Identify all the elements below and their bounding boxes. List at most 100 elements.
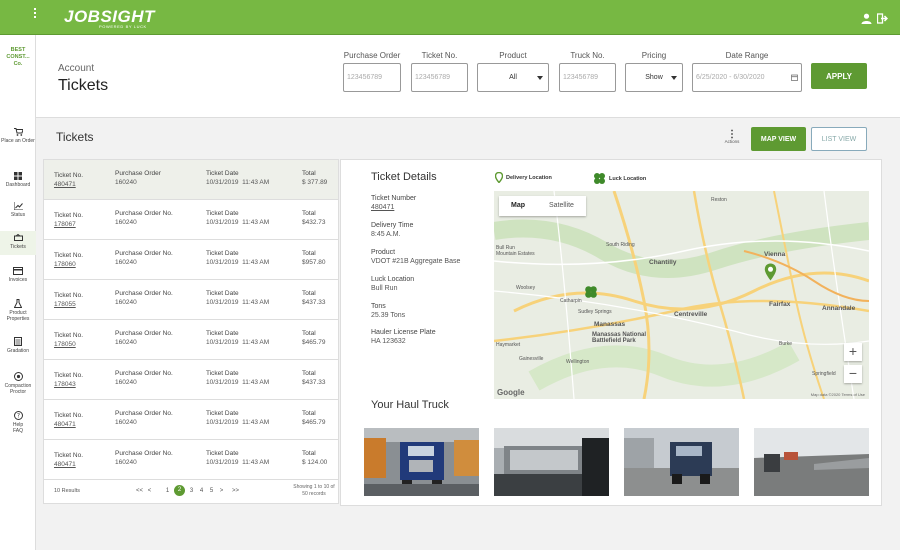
po-header: Purchase Order No. [115, 370, 173, 377]
kebab-icon: ⋮ [727, 129, 737, 140]
table-row[interactable]: Ticket No. 480471 Purchase Order 160240 Ti… [44, 160, 338, 200]
zoom-out-button[interactable]: − [844, 365, 862, 383]
apply-button[interactable]: APPLY [811, 63, 867, 89]
page-3[interactable]: 3 [188, 488, 195, 494]
ticket-no-link[interactable]: 480471 [54, 180, 83, 189]
flask-icon [14, 299, 22, 308]
purchase-order-input[interactable]: 123456789 [343, 63, 401, 92]
truck-no-label: Truck No. [570, 51, 605, 60]
ticket-no-link[interactable]: 178060 [54, 260, 83, 269]
page-next[interactable]: > [218, 488, 225, 494]
table-row[interactable]: Ticket No. 480471 Purchase Order No. 16024… [44, 440, 338, 480]
date-text: 10/31/2019 [206, 219, 239, 226]
ticket-no-link[interactable]: 178043 [54, 380, 83, 389]
ticket-no-link[interactable]: 178067 [54, 220, 83, 229]
sidebar-item-help-faq[interactable]: ? Help FAQ [0, 411, 36, 434]
luck-location-marker[interactable] [584, 285, 598, 299]
sidebar-item-gradation[interactable]: Gradation [0, 337, 36, 354]
ticket-number-link[interactable]: 480471 [371, 203, 416, 212]
ticket-detail-panel: Ticket Details Delivery Location Luck Lo… [340, 159, 882, 506]
pricing-select[interactable]: Show [625, 63, 683, 92]
map-label: Manassas National Battlefield Park [592, 332, 647, 344]
pricing-select-value: Show [645, 74, 663, 81]
ticket-no-header: Ticket No. [54, 252, 84, 259]
user-icon[interactable] [861, 11, 872, 24]
sidebar-item-status[interactable]: Status [0, 202, 36, 218]
tab-satellite[interactable]: Satellite [537, 196, 586, 216]
table-row[interactable]: Ticket No. 178060 Purchase Order No. 16024… [44, 240, 338, 280]
ticket-no-link[interactable]: 480471 [54, 420, 83, 429]
list-view-button[interactable]: LIST VIEW [811, 127, 867, 151]
page-2[interactable]: 2 [174, 485, 186, 496]
time-text: 11:43 AM [242, 179, 270, 186]
map-label: Sudley Springs [578, 309, 612, 315]
truck-photo-4[interactable] [754, 428, 869, 496]
sidebar-item-dashboard[interactable]: Dashboard [0, 172, 36, 188]
page-5[interactable]: 5 [208, 488, 215, 494]
sidebar-item-label: Invoices [8, 277, 28, 283]
po-cell: Purchase Order No. 160240 [115, 249, 173, 267]
detail-tons: Tons 25.39 Tons [371, 302, 405, 320]
date-range-label: Date Range [725, 51, 769, 60]
table-row[interactable]: Ticket No. 178055 Purchase Order No. 16024… [44, 280, 338, 320]
tab-map[interactable]: Map [499, 196, 537, 216]
sidebar-item-label: Dashboard [5, 182, 31, 188]
total-cell: Total $432.73 [302, 209, 326, 227]
dashboard-icon [14, 172, 22, 180]
table-row[interactable]: Ticket No. 480471 Purchase Order No. 16024… [44, 400, 338, 440]
truck-photo-1[interactable] [364, 428, 479, 496]
actions-menu[interactable]: ⋮ Actions [720, 129, 744, 145]
date-cell: Ticket Date 10/31/2019 11:43 AM [206, 329, 269, 347]
po-value: 160240 [115, 459, 137, 466]
sidebar-item-invoices[interactable]: Invoices [0, 267, 36, 283]
detail-value: Bull Run [371, 285, 398, 292]
table-row[interactable]: Ticket No. 178050 Purchase Order No. 16024… [44, 320, 338, 360]
chart-icon [13, 202, 23, 210]
map-label: Chantilly [649, 259, 677, 266]
sign-out-icon[interactable] [876, 11, 889, 24]
total-value: $437.33 [302, 299, 326, 306]
ticket-no-link[interactable]: 178055 [54, 300, 83, 309]
page-4[interactable]: 4 [198, 488, 205, 494]
map-pin-icon [495, 172, 503, 183]
truck-no-input[interactable]: 123456789 [559, 63, 616, 92]
page-1[interactable]: 1 [164, 488, 171, 494]
po-header: Purchase Order No. [115, 250, 173, 257]
table-row[interactable]: Ticket No. 178067 Purchase Order No. 16024… [44, 200, 338, 240]
sidebar-item-label: Gradation [7, 348, 29, 354]
calendar-icon[interactable] [791, 74, 798, 81]
delivery-location-marker[interactable] [764, 263, 777, 281]
detail-label: Hauler License Plate [371, 329, 436, 336]
page-first[interactable]: << [136, 488, 143, 494]
clover-icon [594, 173, 605, 184]
detail-value: 8:45 A.M. [371, 231, 401, 238]
date-value: 10/31/2019 11:43 AM [206, 298, 269, 307]
date-range-input[interactable]: 6/25/2020 - 6/30/2020 [692, 63, 802, 92]
sidebar-item-product-properties[interactable]: Product Properties [0, 299, 36, 322]
page-last[interactable]: >> [232, 488, 239, 494]
ticket-no-cell: Ticket No. 178050 [54, 331, 83, 349]
table-row[interactable]: Ticket No. 178043 Purchase Order No. 16024… [44, 360, 338, 400]
zoom-in-button[interactable]: + [844, 343, 862, 361]
page-prev[interactable]: < [146, 488, 153, 494]
total-header: Total [302, 370, 316, 377]
svg-text:?: ? [16, 413, 19, 420]
truck-photo-2[interactable] [494, 428, 609, 496]
date-value: 10/31/2019 11:43 AM [206, 218, 269, 227]
ticket-no-link[interactable]: 480471 [54, 460, 83, 469]
delivery-map[interactable]: Map Satellite Reston Bull Run Mountain E… [494, 191, 869, 399]
truck-photo-3[interactable] [624, 428, 739, 496]
date-text: 10/31/2019 [206, 379, 239, 386]
map-credit[interactable]: Map data ©2020 Terms of Use [811, 392, 865, 397]
time-text: 11:43 AM [242, 339, 270, 346]
ticket-no-cell: Ticket No. 178067 [54, 211, 83, 229]
sidebar-item-tickets[interactable]: Tickets [0, 231, 36, 255]
map-label: Springfield [812, 371, 836, 377]
ticket-no-input[interactable]: 123456789 [411, 63, 468, 92]
sidebar-item-compaction-proctor[interactable]: Compaction Proctor [0, 372, 36, 395]
map-view-button[interactable]: MAP VIEW [751, 127, 806, 151]
product-select[interactable]: All [477, 63, 549, 92]
sidebar-item-place-order[interactable]: Place an Order [0, 128, 36, 144]
ticket-no-link[interactable]: 178050 [54, 340, 83, 349]
po-cell: Purchase Order No. 160240 [115, 369, 173, 387]
